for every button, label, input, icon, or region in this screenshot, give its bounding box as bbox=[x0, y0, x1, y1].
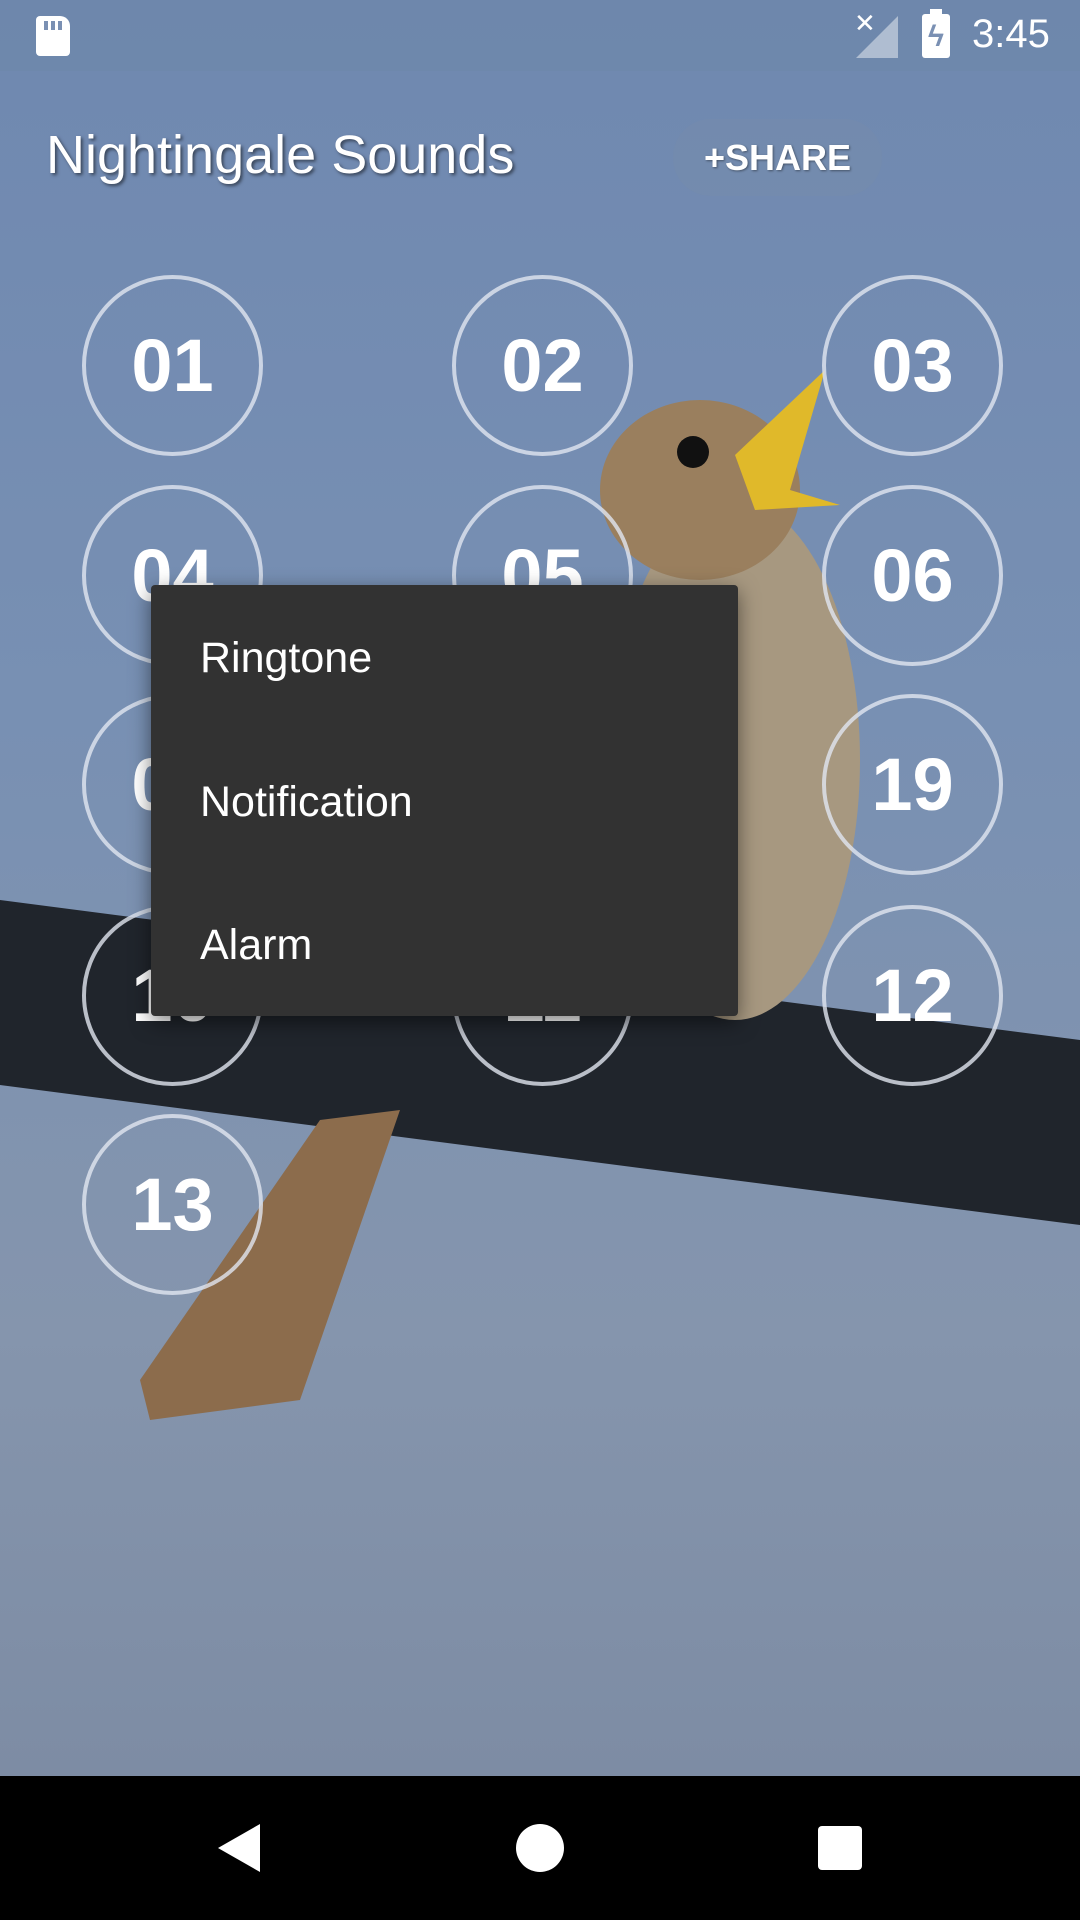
sound-button-01[interactable]: 01 bbox=[82, 275, 263, 456]
menu-item-notification[interactable]: Notification bbox=[151, 732, 738, 872]
navigation-bar bbox=[0, 1776, 1080, 1920]
set-as-context-menu: Ringtone Notification Alarm bbox=[151, 585, 738, 1016]
sound-button-06[interactable]: 06 bbox=[822, 485, 1003, 666]
recents-icon[interactable] bbox=[818, 1826, 862, 1870]
sound-button-12[interactable]: 12 bbox=[822, 905, 1003, 1086]
sound-button-13[interactable]: 13 bbox=[82, 1114, 263, 1295]
sound-button-19[interactable]: 19 bbox=[822, 694, 1003, 875]
back-icon[interactable] bbox=[218, 1824, 260, 1872]
battery-charging-icon: ϟ bbox=[922, 9, 950, 58]
sd-card-icon bbox=[36, 16, 70, 56]
menu-item-alarm[interactable]: Alarm bbox=[151, 875, 738, 1015]
share-button[interactable]: +SHARE bbox=[673, 119, 882, 196]
sound-button-03[interactable]: 03 bbox=[822, 275, 1003, 456]
status-time: 3:45 bbox=[972, 12, 1050, 56]
home-icon[interactable] bbox=[516, 1824, 564, 1872]
no-signal-x-icon: ✕ bbox=[854, 8, 876, 38]
bird-eye bbox=[677, 436, 709, 468]
sound-button-02[interactable]: 02 bbox=[452, 275, 633, 456]
app-title: Nightingale Sounds bbox=[46, 125, 515, 185]
menu-item-ringtone[interactable]: Ringtone bbox=[151, 588, 738, 728]
status-bar: ✕ ϟ 3:45 bbox=[0, 0, 1080, 71]
